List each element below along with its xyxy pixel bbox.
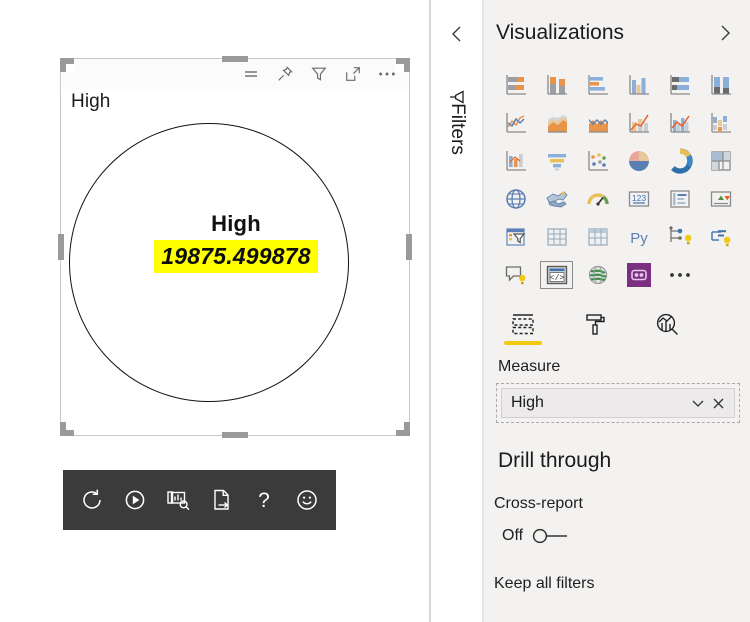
chevron-left-icon[interactable] (445, 22, 469, 46)
visual-type-gallery: 123 Py </> (484, 66, 750, 296)
measure-drop-zone[interactable]: High (496, 383, 740, 423)
arcgis-maps-icon[interactable] (578, 258, 617, 292)
report-canvas[interactable]: High High 19875.499878 ? (0, 0, 431, 622)
close-icon[interactable] (708, 393, 728, 413)
resize-handle-bottom-left[interactable] (60, 421, 75, 436)
resize-handle-top-middle[interactable] (222, 56, 248, 62)
ribbon-chart-icon[interactable] (496, 144, 535, 178)
line-stacked-column-chart-icon[interactable] (619, 106, 658, 140)
visualizations-pane: Visualizations 123 Py </> Measure High D… (483, 0, 750, 622)
hundred-percent-stacked-column-chart-icon[interactable] (701, 68, 740, 102)
gallery-empty-cell (701, 258, 740, 292)
qna-visual-icon[interactable] (496, 258, 535, 292)
field-chip-label: High (511, 394, 544, 411)
cross-report-label: Cross-report (494, 495, 583, 512)
table-icon[interactable] (537, 220, 576, 254)
visual-header-toolbar (61, 59, 409, 89)
visual-settings-tabs (484, 302, 750, 348)
cross-report-toggle[interactable] (531, 527, 575, 545)
line-clustered-column-chart-icon[interactable] (660, 106, 699, 140)
filters-pane-collapsed[interactable]: Filters (431, 0, 483, 622)
resize-handle-bottom-middle[interactable] (222, 432, 248, 438)
play-icon[interactable] (118, 483, 152, 517)
funnel-chart-icon[interactable] (537, 144, 576, 178)
gauge-icon[interactable] (578, 182, 617, 216)
filter-icon[interactable] (309, 64, 329, 84)
more-visuals-icon[interactable] (660, 258, 699, 292)
svg-text:123: 123 (631, 193, 645, 203)
svg-text:?: ? (258, 489, 270, 512)
filled-map-icon[interactable] (537, 182, 576, 216)
filters-pane-label: Filters (447, 103, 468, 155)
chevron-down-icon[interactable] (688, 393, 708, 413)
key-influencers-icon[interactable] (701, 220, 740, 254)
slicer-icon[interactable] (496, 220, 535, 254)
scatter-chart-icon[interactable] (578, 144, 617, 178)
shape-value-wrap: 19875.499878 (61, 240, 411, 274)
visual-title: High (71, 91, 111, 112)
line-chart-icon[interactable] (496, 106, 535, 140)
hundred-percent-stacked-bar-chart-icon[interactable] (660, 68, 699, 102)
tab-fields[interactable] (502, 304, 544, 346)
tab-analytics[interactable] (646, 304, 688, 346)
pin-icon[interactable] (275, 64, 295, 84)
clustered-bar-chart-icon[interactable] (578, 68, 617, 102)
focus-mode-icon[interactable] (343, 64, 363, 84)
floating-action-toolbar: ? (63, 470, 336, 530)
area-chart-icon[interactable] (537, 106, 576, 140)
resize-handle-left-middle[interactable] (58, 234, 64, 260)
export-file-icon[interactable] (204, 483, 238, 517)
shape-value-highlighted: 19875.499878 (154, 240, 318, 274)
resize-handle-top-right[interactable] (395, 58, 410, 73)
selected-visual-container[interactable]: High High 19875.499878 (58, 56, 412, 438)
visualizations-title: Visualizations (496, 21, 625, 44)
clustered-column-chart-icon[interactable] (619, 68, 658, 102)
chevron-right-icon[interactable] (714, 22, 736, 44)
decomposition-tree-icon[interactable] (660, 220, 699, 254)
resize-handle-right-middle[interactable] (406, 234, 412, 260)
tab-format[interactable] (574, 304, 616, 346)
pie-chart-icon[interactable] (619, 144, 658, 178)
keep-all-filters-label: Keep all filters (494, 575, 595, 592)
measure-well-label: Measure (498, 358, 561, 375)
field-chip-high[interactable]: High (501, 388, 735, 418)
svg-text:Py: Py (630, 230, 648, 247)
reset-icon[interactable] (75, 483, 109, 517)
drill-mode-icon[interactable] (241, 64, 261, 84)
cross-report-state-label: Off (502, 527, 524, 544)
more-options-icon[interactable] (377, 64, 397, 84)
multi-row-card-icon[interactable] (660, 182, 699, 216)
python-visual-icon[interactable]: Py (619, 220, 658, 254)
stacked-bar-chart-icon[interactable] (496, 68, 535, 102)
power-bi-report-editor: High High 19875.499878 ? Filters Visuali… (0, 0, 750, 622)
svg-text:</>: </> (549, 274, 564, 283)
visualizations-header: Visualizations (484, 0, 750, 66)
drill-through-title: Drill through (498, 449, 612, 472)
resize-handle-bottom-right[interactable] (395, 421, 410, 436)
help-icon[interactable]: ? (247, 483, 281, 517)
card-icon[interactable]: 123 (619, 182, 658, 216)
stacked-column-chart-icon[interactable] (537, 68, 576, 102)
shape-text-block: High 19875.499878 (61, 211, 411, 274)
shape-category-label: High (211, 211, 261, 236)
ribbon-waterfall-chart-icon[interactable] (701, 106, 740, 140)
map-icon[interactable] (496, 182, 535, 216)
cross-report-toggle-row[interactable]: Off (484, 513, 750, 545)
stacked-area-chart-icon[interactable] (578, 106, 617, 140)
donut-chart-icon[interactable] (660, 144, 699, 178)
treemap-icon[interactable] (701, 144, 740, 178)
visual-search-icon[interactable] (161, 483, 195, 517)
resize-handle-top-left[interactable] (60, 58, 75, 73)
power-apps-visual-icon[interactable] (619, 258, 658, 292)
kpi-icon[interactable] (701, 182, 740, 216)
feedback-smiley-icon[interactable] (290, 483, 324, 517)
custom-visual-code-icon[interactable]: </> (537, 258, 576, 292)
matrix-icon[interactable] (578, 220, 617, 254)
